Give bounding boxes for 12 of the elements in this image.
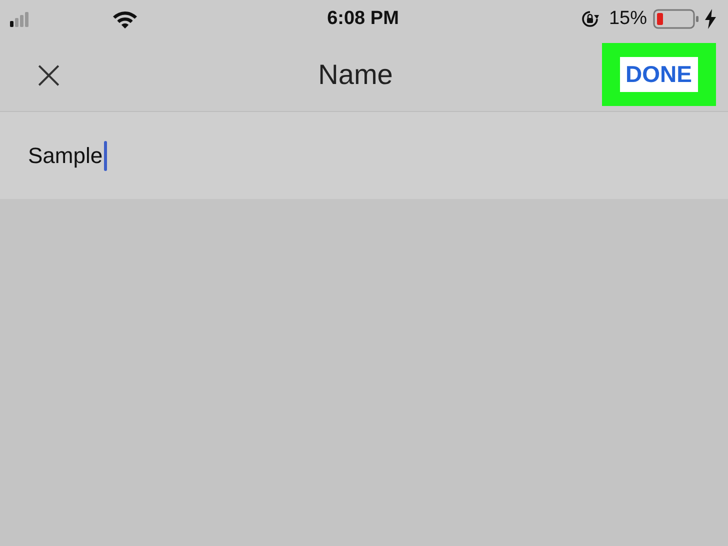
field-value: Sample [28,142,103,168]
rotation-lock-icon [580,10,599,28]
wifi-icon [112,10,138,28]
close-button[interactable]: × [28,54,70,94]
page-title: Name [318,58,393,90]
done-button[interactable]: DONE [620,57,698,92]
status-time: 6:08 PM [327,8,399,30]
battery-percent: 15% [608,8,647,30]
battery-icon [653,9,699,29]
charging-icon [705,9,716,29]
name-field[interactable]: Sample [0,112,728,199]
signal-icon [10,11,30,27]
